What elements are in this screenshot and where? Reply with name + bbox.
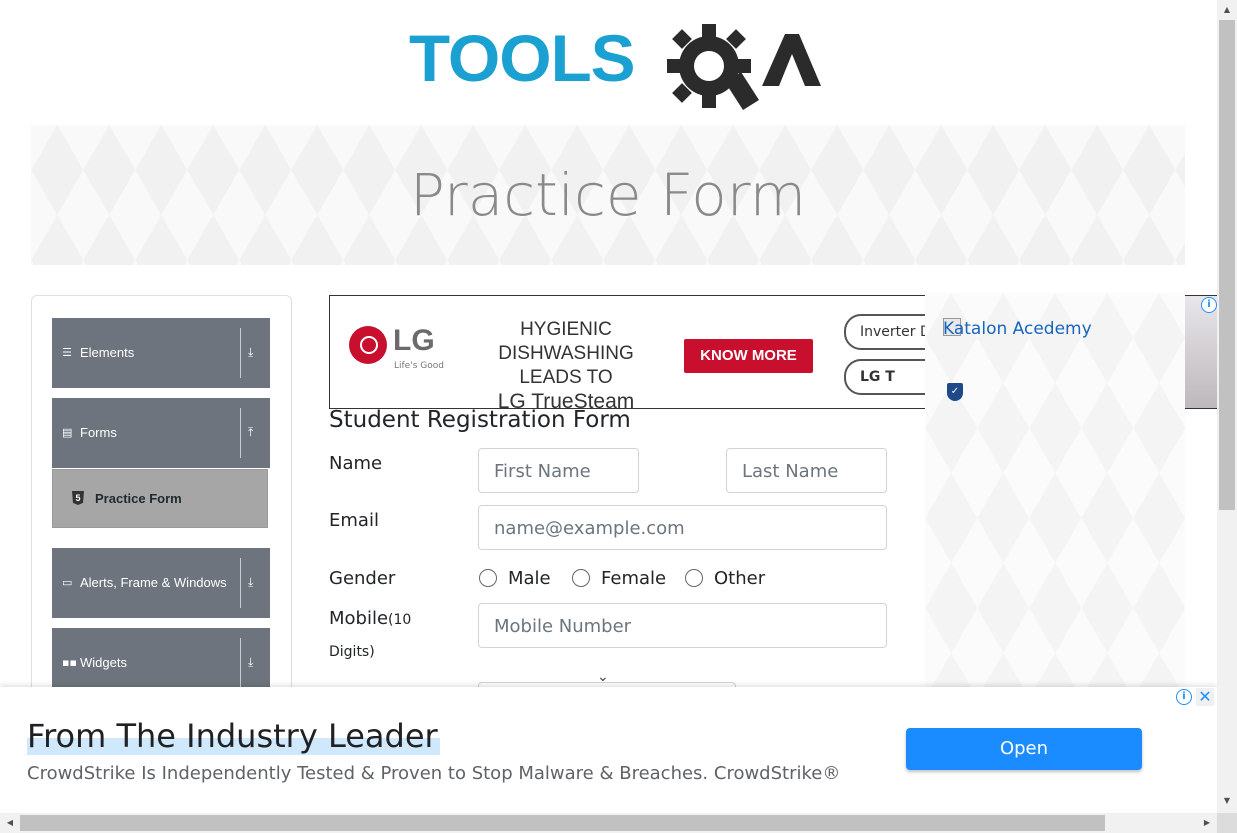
widgets-icon: ▪▪ [62, 656, 77, 669]
lg-logo-icon [349, 326, 387, 364]
email-label: Email [329, 510, 379, 531]
sidebar: ☰ Elements ⤓ ▤ Forms ⤒ 5 Practice Form ▭… [31, 295, 292, 717]
katalon-ad[interactable]: Katalon Acedemy ✓ [925, 293, 1185, 688]
ad-info-icon[interactable]: i [1201, 297, 1217, 313]
ad-description: CrowdStrike Is Independently Tested & Pr… [27, 763, 841, 784]
sidebar-group-alerts[interactable]: ▭ Alerts, Frame & Windows ⤓ [52, 548, 270, 618]
sidebar-item-practice-form[interactable]: 5 Practice Form [52, 469, 268, 528]
sidebar-group-elements[interactable]: ☰ Elements ⤓ [52, 318, 270, 388]
last-name-input[interactable]: Last Name [726, 448, 887, 493]
scrollbar-corner [1217, 813, 1237, 833]
sidebar-group-label: Elements [80, 345, 135, 360]
scroll-up-icon[interactable]: ▲ [1217, 2, 1237, 18]
gender-other-label[interactable]: Other [714, 568, 765, 589]
gender-label: Gender [329, 568, 396, 589]
shield-icon[interactable]: ✓ [947, 383, 963, 401]
window-icon: ▭ [62, 576, 73, 589]
form-title: Student Registration Form [329, 407, 631, 433]
sidebar-group-label: Alerts, Frame & Windows [80, 575, 227, 590]
form-icon: ▤ [62, 426, 73, 439]
headline-line: HYGIENIC DISHWASHING [498, 319, 634, 364]
first-name-input[interactable]: First Name [478, 448, 639, 493]
mobile-label-text: Mobile [329, 608, 389, 629]
sidebar-group-label: Forms [80, 425, 117, 440]
mobile-label: Mobile(10 [329, 608, 411, 629]
scrollbar-thumb[interactable] [1219, 20, 1235, 510]
vertical-scrollbar[interactable]: ▲ ▼ [1217, 0, 1237, 813]
ad-alt-text[interactable]: Katalon Acedemy [943, 319, 1092, 339]
chevron-down-icon: ⌄ [597, 669, 609, 685]
html5-icon: 5 [72, 491, 84, 505]
scrollbar-thumb[interactable] [20, 815, 1105, 831]
mobile-hint-2: Digits) [329, 644, 375, 660]
mobile-input[interactable]: Mobile Number [478, 603, 887, 648]
download-arrow-icon: ⤓ [248, 655, 254, 669]
mobile-hint-line: Digits) [329, 640, 375, 661]
gear-icon [667, 24, 821, 110]
close-icon[interactable]: ✕ [1196, 688, 1214, 706]
horizontal-scrollbar[interactable]: ◀ ▶ [0, 813, 1217, 833]
open-button[interactable]: Open [906, 728, 1142, 770]
ad-info-icon[interactable]: i [1176, 689, 1192, 705]
download-arrow-icon: ⤓ [248, 575, 254, 589]
mobile-hint: (10 [388, 612, 412, 628]
gender-other-radio[interactable] [685, 569, 703, 587]
divider [240, 328, 241, 378]
upload-arrow-icon: ⤒ [248, 425, 254, 439]
know-more-button[interactable]: KNOW MORE [684, 339, 813, 373]
logo-text: TOOLS [409, 21, 636, 95]
download-arrow-icon: ⤓ [248, 345, 254, 359]
divider [240, 558, 241, 608]
name-label: Name [329, 453, 383, 474]
bottom-advertisement[interactable]: From The Industry Leader CrowdStrike Is … [0, 687, 1217, 813]
sidebar-group-forms[interactable]: ▤ Forms ⤒ [52, 398, 270, 468]
page-title: Practice Form [409, 161, 807, 229]
page-banner: Practice Form [31, 125, 1185, 265]
toolsqa-logo[interactable]: TOOLS [409, 20, 821, 112]
sidebar-item-label: Practice Form [95, 491, 182, 506]
gender-male-label[interactable]: Male [508, 568, 551, 589]
gender-female-label[interactable]: Female [601, 568, 666, 589]
lg-brand: LG [393, 324, 435, 357]
divider [240, 638, 241, 688]
lg-tagline: Life's Good [394, 361, 444, 371]
lg-headline: HYGIENIC DISHWASHING LEADS TO LG TrueSte… [466, 318, 666, 408]
gender-female-radio[interactable] [572, 569, 590, 587]
menu-icon: ☰ [62, 346, 72, 359]
email-input[interactable]: name@example.com [478, 505, 887, 550]
gender-male-radio[interactable] [479, 569, 497, 587]
headline-line: LEADS TO [519, 367, 613, 388]
ad-photo [1183, 296, 1218, 408]
scroll-left-icon[interactable]: ◀ [2, 813, 18, 833]
scroll-right-icon[interactable]: ▶ [1199, 813, 1215, 833]
divider [240, 408, 241, 458]
ad-title[interactable]: From The Industry Leader [27, 717, 440, 755]
scroll-down-icon[interactable]: ▼ [1217, 793, 1237, 809]
